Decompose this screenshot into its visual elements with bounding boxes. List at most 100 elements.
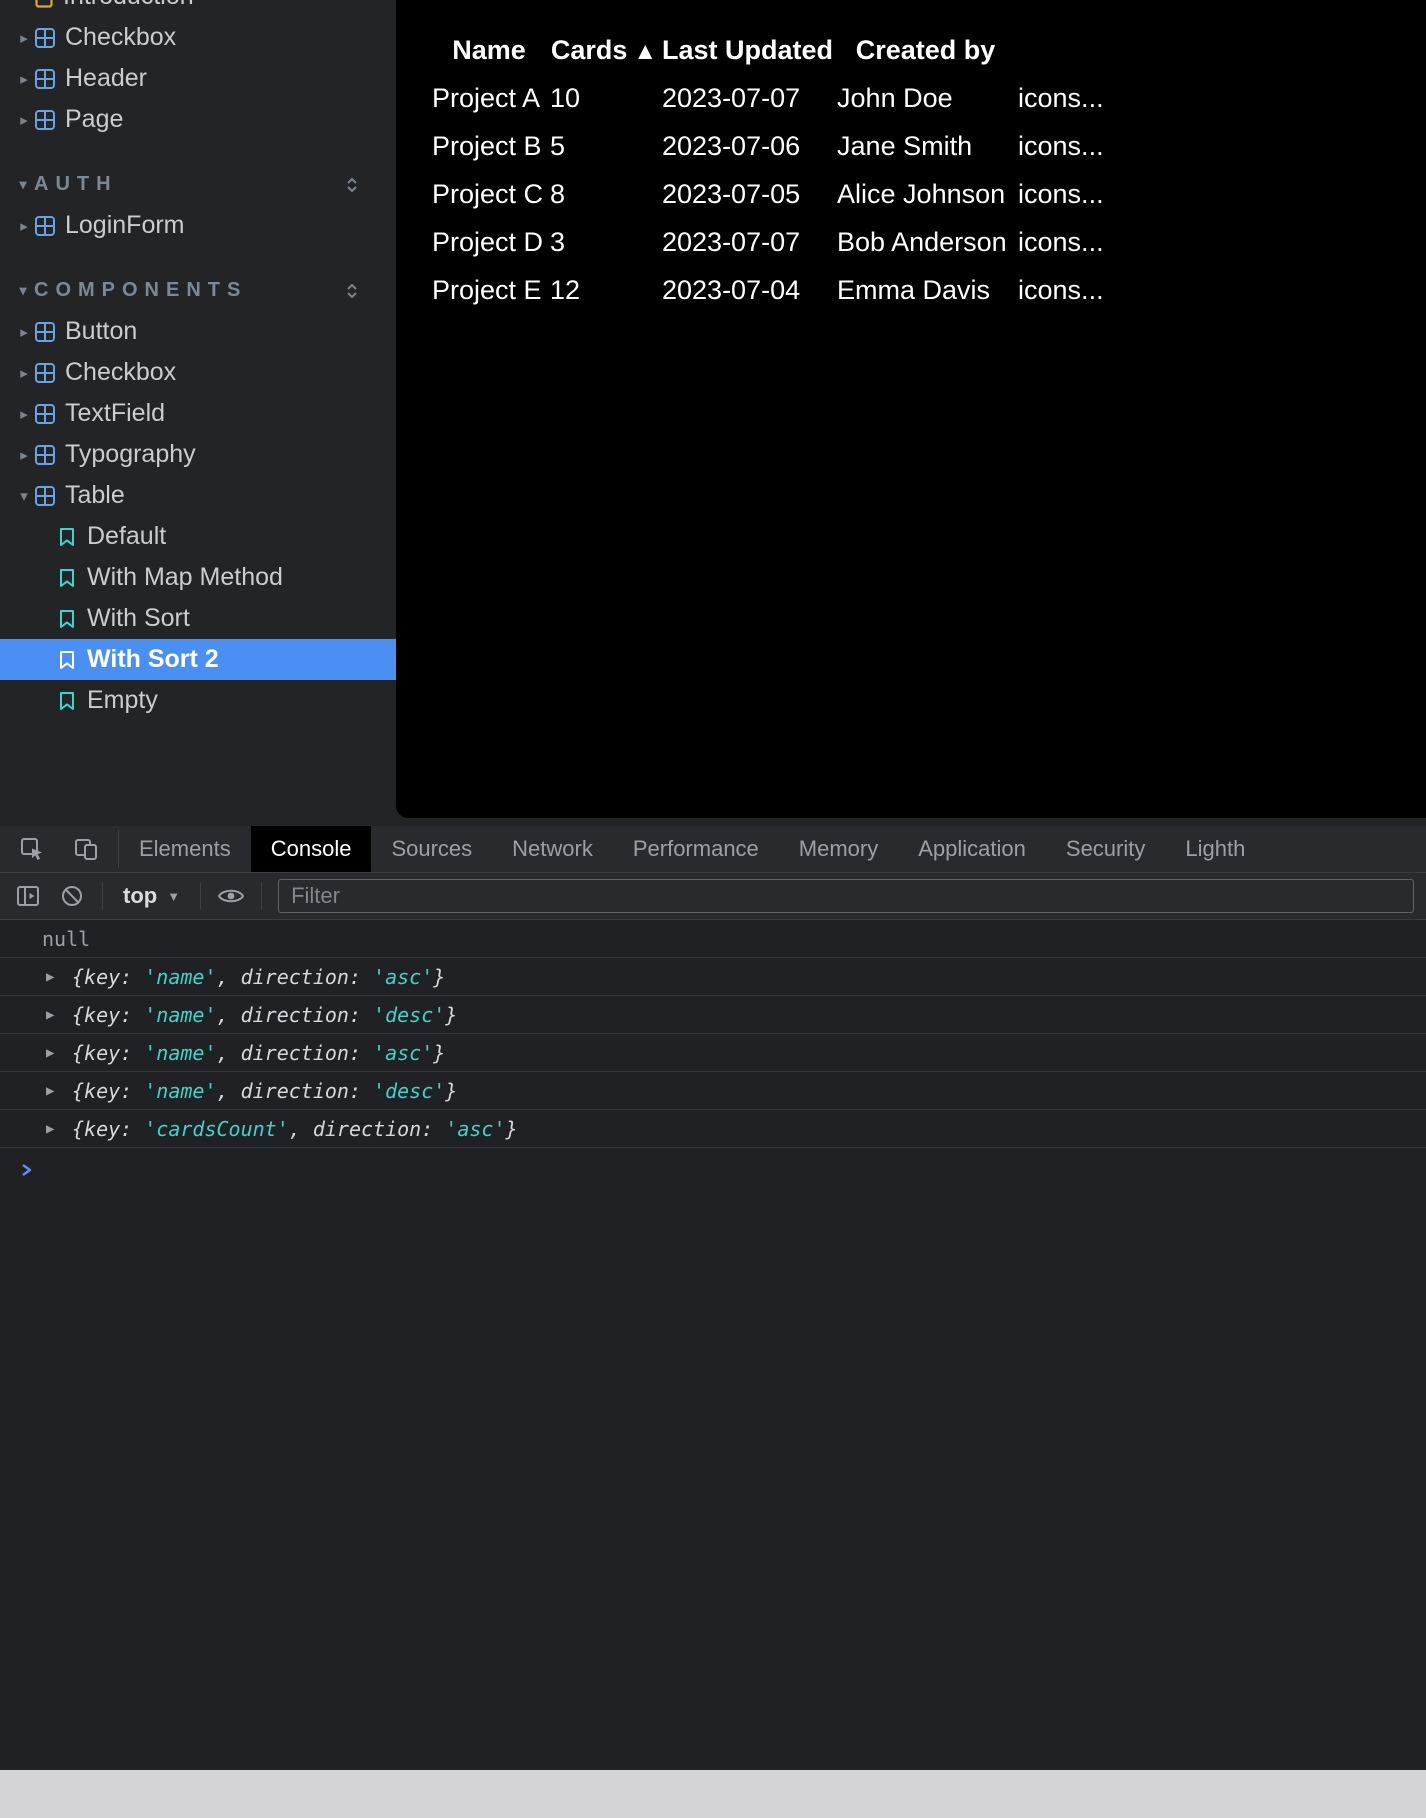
cell-created-by: Jane Smith [835, 122, 1016, 170]
console-toolbar: top ▼ [0, 872, 1426, 920]
object-expand-icon[interactable]: ▶ [46, 969, 72, 985]
row-action-icons[interactable]: icons... [1018, 227, 1104, 257]
console-prompt[interactable] [0, 1148, 1426, 1192]
chevron-right-icon[interactable]: ▸ [14, 217, 34, 235]
sidebar-item-introduction[interactable]: Introduction [0, 0, 396, 17]
chevron-right-icon[interactable]: ▸ [14, 405, 34, 423]
console-message-object: ▶ {key: 'name', direction: 'desc'} [0, 996, 1426, 1034]
object-preview: {key: 'name', direction: 'asc'} [72, 1041, 445, 1065]
chevron-down-icon[interactable]: ▾ [14, 282, 32, 299]
device-toolbar-icon[interactable] [64, 829, 108, 869]
divider [261, 882, 262, 910]
tab-security[interactable]: Security [1046, 826, 1165, 872]
story-label: With Sort [87, 604, 190, 633]
tab-console[interactable]: Console [251, 826, 372, 872]
canvas-wrap: Name Cards▲ Last Updated Created by Proj… [396, 0, 1426, 826]
eye-icon[interactable] [209, 876, 253, 916]
console-sidebar-icon[interactable] [6, 876, 50, 916]
chevron-right-icon[interactable]: ▸ [14, 70, 34, 88]
divider [102, 882, 103, 910]
cell-cards: 10 [548, 74, 660, 122]
sidebar-item-textfield[interactable]: ▸ TextField [0, 393, 396, 434]
sidebar-item-label: LoginForm [65, 211, 185, 240]
section-expand-icon[interactable] [344, 175, 360, 195]
tab-sources[interactable]: Sources [371, 826, 492, 872]
sort-asc-icon: ▲ [633, 38, 657, 65]
cell-last-updated: 2023-07-07 [660, 218, 835, 266]
sidebar-item-label: Introduction [63, 0, 194, 11]
sidebar-section-auth[interactable]: ▾ AUTH [0, 164, 396, 205]
sidebar-item-checkbox-root[interactable]: ▸ Checkbox [0, 17, 396, 58]
context-selector[interactable]: top ▼ [111, 883, 192, 909]
sidebar-item-table[interactable]: ▾ Table [0, 475, 396, 516]
chevron-down-icon[interactable]: ▾ [14, 176, 32, 193]
context-label: top [123, 883, 157, 909]
object-expand-icon[interactable]: ▶ [46, 1083, 72, 1099]
row-action-icons[interactable]: icons... [1018, 131, 1104, 161]
cell-created-by: Alice Johnson [835, 170, 1016, 218]
clear-console-icon[interactable] [50, 876, 94, 916]
sidebar-story-with-sort[interactable]: With Sort [0, 598, 396, 639]
sidebar-item-label: Table [65, 481, 125, 510]
chevron-right-icon[interactable]: ▸ [14, 364, 34, 382]
sidebar-story-default[interactable]: Default [0, 516, 396, 557]
object-expand-icon[interactable]: ▶ [46, 1045, 72, 1061]
table-row: Project C 8 2023-07-05 Alice Johnson ico… [430, 170, 1166, 218]
row-action-icons[interactable]: icons... [1018, 179, 1104, 209]
tab-network[interactable]: Network [492, 826, 613, 872]
console-null-text: null [42, 927, 90, 951]
sidebar-item-page[interactable]: ▸ Page [0, 99, 396, 140]
object-expand-icon[interactable]: ▶ [46, 1121, 72, 1137]
sidebar-item-checkbox[interactable]: ▸ Checkbox [0, 352, 396, 393]
tab-lighthouse[interactable]: Lighth [1165, 826, 1265, 872]
cell-actions: icons... [1016, 122, 1166, 170]
col-header-last-updated[interactable]: Last Updated [660, 26, 835, 74]
tab-memory[interactable]: Memory [779, 826, 898, 872]
row-action-icons[interactable]: icons... [1018, 275, 1104, 305]
bookmark-icon [58, 568, 76, 588]
tab-elements[interactable]: Elements [119, 826, 251, 872]
sidebar-item-label: Checkbox [65, 358, 176, 387]
chevron-down-icon: ▼ [167, 889, 180, 904]
console-filter-input[interactable] [278, 879, 1414, 913]
tab-performance[interactable]: Performance [613, 826, 779, 872]
devtools-left-icons [0, 826, 118, 872]
sidebar-item-label: Typography [65, 440, 196, 469]
cell-created-by: Emma Davis [835, 266, 1016, 314]
chevron-right-icon[interactable]: ▸ [14, 111, 34, 129]
app-top: Introduction ▸ Checkbox ▸ Header ▸ [0, 0, 1426, 826]
cell-actions: icons... [1016, 266, 1166, 314]
cell-last-updated: 2023-07-04 [660, 266, 835, 314]
devtools-panel: Elements Console Sources Network Perform… [0, 826, 1426, 1770]
cell-created-by: John Doe [835, 74, 1016, 122]
sidebar-item-button[interactable]: ▸ Button [0, 311, 396, 352]
section-expand-icon[interactable] [344, 281, 360, 301]
chevron-down-icon[interactable]: ▾ [14, 487, 34, 505]
sidebar-item-header[interactable]: ▸ Header [0, 58, 396, 99]
cell-last-updated: 2023-07-05 [660, 170, 835, 218]
sidebar-item-loginform[interactable]: ▸ LoginForm [0, 205, 396, 246]
object-preview: {key: 'name', direction: 'desc'} [72, 1079, 457, 1103]
doc-icon [34, 0, 54, 8]
cell-actions: icons... [1016, 218, 1166, 266]
cell-created-by: Bob Anderson [835, 218, 1016, 266]
sidebar-story-with-sort-2[interactable]: With Sort 2 [0, 639, 396, 680]
object-expand-icon[interactable]: ▶ [46, 1007, 72, 1023]
table-row: Project A 10 2023-07-07 John Doe icons..… [430, 74, 1166, 122]
chevron-right-icon[interactable]: ▸ [14, 446, 34, 464]
col-header-created-by[interactable]: Created by [835, 26, 1016, 74]
sidebar-story-empty[interactable]: Empty [0, 680, 396, 721]
sidebar-item-typography[interactable]: ▸ Typography [0, 434, 396, 475]
row-action-icons[interactable]: icons... [1018, 83, 1104, 113]
chevron-right-icon[interactable]: ▸ [14, 323, 34, 341]
inspect-icon[interactable] [10, 829, 54, 869]
col-header-cards[interactable]: Cards▲ [548, 26, 660, 74]
sidebar-section-components[interactable]: ▾ COMPONENTS [0, 270, 396, 311]
cell-actions: icons... [1016, 170, 1166, 218]
chevron-right-icon[interactable]: ▸ [14, 29, 34, 47]
sidebar-story-with-map-method[interactable]: With Map Method [0, 557, 396, 598]
tab-application[interactable]: Application [898, 826, 1046, 872]
col-header-actions [1016, 26, 1166, 74]
col-header-name[interactable]: Name [430, 26, 548, 74]
component-icon [34, 444, 56, 466]
